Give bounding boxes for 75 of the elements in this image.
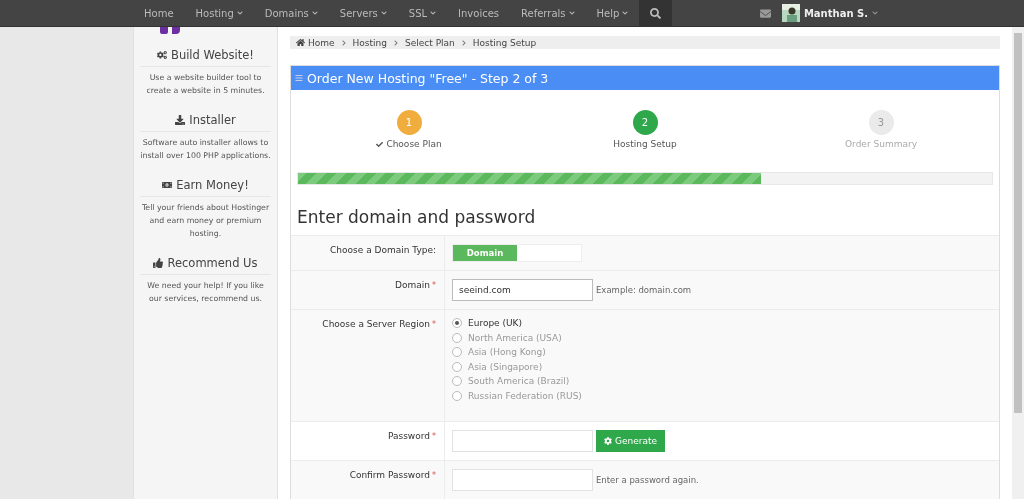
search-button[interactable] [639,0,673,26]
caret-icon [430,10,437,16]
domain-field[interactable]: seeind.com [452,279,593,301]
radio-button[interactable] [452,318,462,328]
nav-link[interactable]: Home [133,0,185,26]
required-mark: * [432,281,436,290]
nav-link[interactable]: Hosting [184,0,254,26]
panel-title: Order New Hosting "Free" - Step 2 of 3 [307,70,549,86]
nav-link[interactable]: SSL [397,0,448,26]
check-icon [376,140,384,148]
field-label: Domain [395,280,430,290]
breadcrumb-link[interactable]: Hosting Setup [472,37,537,48]
field-label: Choose a Domain Type: [330,245,436,255]
banknote-icon [162,180,173,190]
nav-link[interactable]: Servers [328,0,398,26]
generate-button[interactable]: Generate [596,430,666,452]
caret-icon [380,10,387,16]
radio-label[interactable]: South America (Brazil) [468,376,570,387]
form-heading: Enter domain and password [296,206,537,229]
gears-icon [157,50,167,60]
radio-button[interactable] [452,376,462,387]
field-hint: Example: domain.com [596,285,692,295]
scrollbar[interactable] [1012,27,1024,499]
section-title-text: Recommend Us [167,256,258,270]
step-label: Order Summary [845,139,917,149]
step-number: 1 [396,110,422,135]
required-mark: * [432,471,436,480]
thumbs-up-icon [153,258,164,268]
field-label: Confirm Password [349,470,430,480]
home-icon [296,38,305,47]
caret-icon [872,10,878,16]
section-title-text: Installer [189,113,236,127]
field-label: Password [387,431,430,441]
breadcrumb-link[interactable]: Home [296,37,335,48]
chevron-icon [460,39,467,46]
section-title-text: Earn Money! [176,178,249,192]
field-hint: Enter a password again. [596,475,699,485]
nav-link[interactable]: Help [585,0,640,26]
radio-button[interactable] [452,361,462,372]
step-number: 3 [868,110,894,135]
field-label: Choose a Server Region [322,319,430,329]
caret-icon [622,10,629,16]
search-icon [650,7,662,19]
chevron-icon [340,39,347,46]
caret-icon [311,10,318,16]
radio-label[interactable]: Russian Federation (RUS) [468,390,582,401]
nav-link[interactable]: Referrals [510,0,586,26]
download-icon [175,115,186,125]
step-number: 2 [632,110,658,135]
caret-icon [236,10,243,16]
radio-label[interactable]: North America (USA) [468,332,562,343]
step-label: Choose Plan [376,139,442,149]
section-title-text: Build Website! [171,48,254,62]
envelope-icon [759,7,771,19]
radio-label[interactable]: Asia (Singapore) [468,361,543,372]
breadcrumb-link[interactable]: Hosting [352,37,387,48]
caret-icon [568,10,575,16]
step-label: Hosting Setup [613,139,677,149]
password-field[interactable] [452,430,593,452]
required-mark: * [432,432,436,441]
nav-link[interactable]: Invoices [447,0,511,26]
radio-label[interactable]: Europe (UK) [468,318,523,328]
radio-button[interactable] [452,332,462,343]
gear-icon [604,437,612,445]
radio-label[interactable]: Asia (Hong Kong) [468,347,546,358]
user-menu[interactable]: Manthan S. [781,0,878,26]
menu-icon [295,74,303,82]
nav-link[interactable]: Domains [253,0,329,26]
toggle-option[interactable] [517,245,581,261]
password-field[interactable] [452,469,593,491]
radio-button[interactable] [452,347,462,358]
radio-button[interactable] [452,390,462,401]
breadcrumb-link[interactable]: Select Plan [405,37,455,48]
required-mark: * [432,320,436,329]
chevron-icon [393,39,399,46]
